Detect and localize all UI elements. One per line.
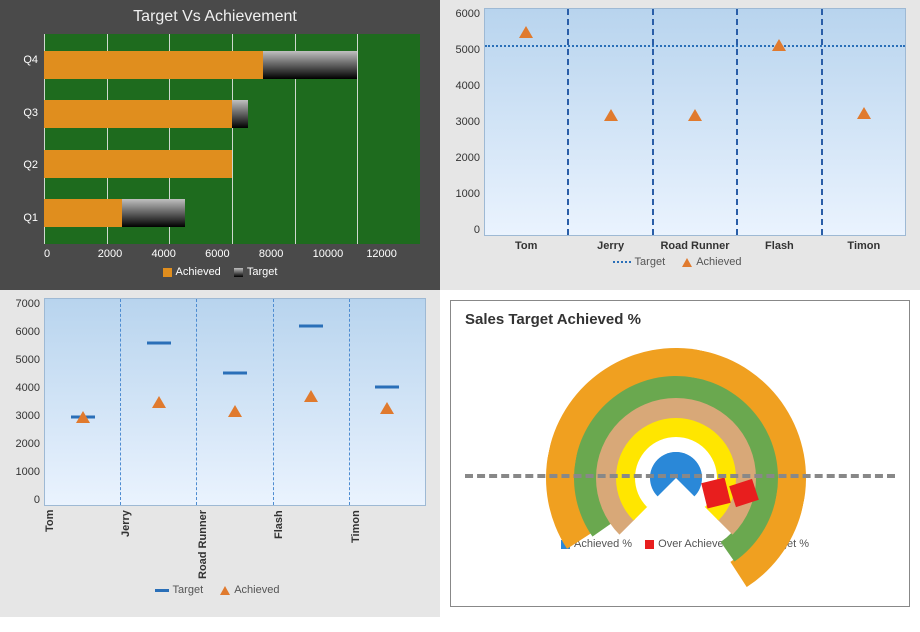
chart-target-vs-achievement: Target Vs Achievement Q4 Q3 Q2 Q1 [0, 0, 440, 290]
plot-area [484, 8, 906, 236]
x-axis-labels: Tom Jerry Road Runner Flash Timon [448, 240, 906, 252]
plot-area [44, 34, 420, 244]
legend-target-dash [155, 589, 169, 592]
legend: Target Achieved [448, 256, 906, 268]
legend: Target Achieved [8, 584, 426, 596]
point-achieved-timon [857, 107, 871, 119]
bar-row-q3 [44, 96, 420, 132]
point-target-jerry [147, 342, 171, 345]
y-axis-labels: Q4 Q3 Q2 Q1 [10, 34, 44, 244]
legend-swatch-achieved [163, 268, 172, 277]
chart-title: Target Vs Achievement [10, 8, 420, 26]
point-achieved-flash [304, 390, 318, 402]
point-achieved-tom [519, 26, 533, 38]
bar-achieved [44, 100, 232, 128]
legend-achieved-tri [220, 586, 230, 595]
chart-sales-target-gauge: Sales Target Achieved % Achieved % Ov [450, 300, 910, 607]
chart-achieved-vs-target-line: 6000 5000 4000 3000 2000 1000 0 T [440, 0, 920, 290]
chart-title: Sales Target Achieved % [465, 311, 895, 328]
x-axis-labels: 0 2000 4000 6000 8000 10000 12000 [10, 248, 420, 260]
point-achieved-tom [76, 411, 90, 423]
gauge-baseline [465, 474, 895, 478]
bar-achieved [44, 199, 122, 227]
point-achieved-jerry [152, 396, 166, 408]
legend: Achieved Target [10, 266, 420, 278]
legend-achieved-tri [682, 258, 692, 267]
bar-achieved [44, 51, 263, 79]
y-axis-labels: 7000 6000 5000 4000 3000 2000 1000 0 [8, 298, 44, 506]
legend-swatch-target [234, 268, 243, 277]
point-achieved-timon [380, 402, 394, 414]
point-target-rr [223, 371, 247, 374]
bar-row-q4 [44, 47, 420, 83]
x-axis-labels: Tom Jerry Road Runner Flash Timon [8, 510, 426, 580]
point-achieved-rr [688, 109, 702, 121]
bar-row-q1 [44, 195, 420, 231]
point-achieved-rr [228, 405, 242, 417]
plot-area [44, 298, 426, 506]
point-achieved-flash [772, 39, 786, 51]
point-target-timon [375, 386, 399, 389]
point-target-flash [299, 324, 323, 327]
legend-target-line [613, 261, 631, 263]
bar-row-q2 [44, 146, 420, 182]
chart-target-achieved-markers: 7000 6000 5000 4000 3000 2000 1000 0 [0, 290, 440, 617]
bar-achieved [44, 150, 232, 178]
y-axis-labels: 6000 5000 4000 3000 2000 1000 0 [448, 8, 484, 236]
point-achieved-jerry [604, 109, 618, 121]
gauge-band-blue [650, 452, 702, 504]
